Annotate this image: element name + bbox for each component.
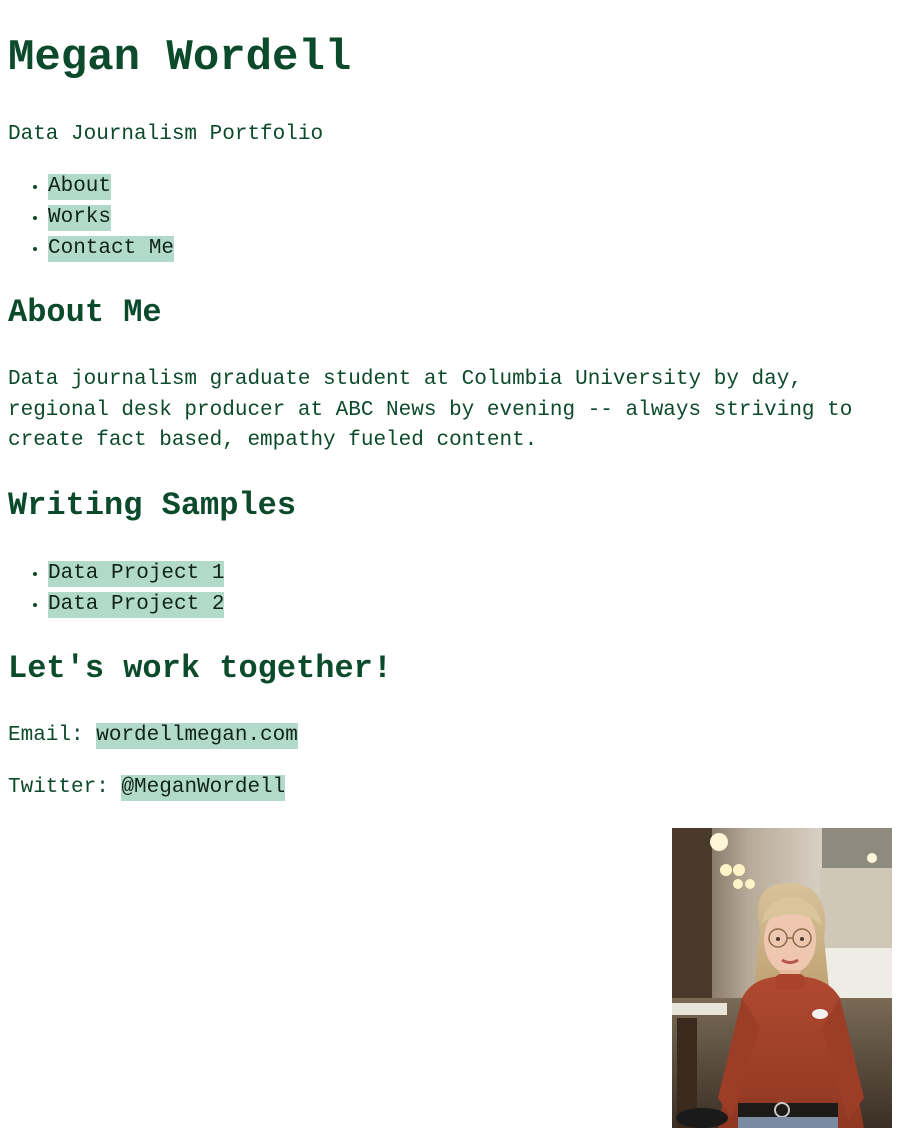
- nav-item-contact: Contact Me: [48, 233, 175, 264]
- nav-item-works: Works: [48, 202, 174, 233]
- nav-list: About Works Contact Me: [8, 171, 175, 264]
- nav-link-about[interactable]: About: [48, 174, 112, 200]
- contact-heading: Let's work together!: [8, 650, 393, 687]
- site-subtitle: Data Journalism Portfolio: [8, 123, 324, 146]
- nav-link-contact[interactable]: Contact Me: [48, 236, 175, 262]
- data-project-2-link[interactable]: Data Project 2: [48, 592, 225, 618]
- profile-photo-illustration: [672, 828, 892, 1128]
- nav-link-works[interactable]: Works: [48, 205, 112, 231]
- writing-samples-list: Data Project 1 Data Project 2: [8, 558, 225, 620]
- twitter-link[interactable]: @MeganWordell: [121, 775, 286, 801]
- profile-photo: [672, 828, 892, 1128]
- site-title: Megan Wordell: [8, 33, 352, 83]
- list-item: Data Project 1: [48, 558, 225, 589]
- list-item: Data Project 2: [48, 589, 225, 620]
- email-line: Email: wordellmegan.com: [8, 722, 298, 750]
- twitter-line: Twitter: @MeganWordell: [8, 774, 286, 802]
- email-label: Email:: [8, 724, 84, 747]
- email-link[interactable]: wordellmegan.com: [96, 723, 298, 749]
- nav-item-about: About: [48, 171, 174, 202]
- twitter-label: Twitter:: [8, 776, 109, 799]
- about-heading: About Me: [8, 294, 162, 331]
- about-text: Data journalism graduate student at Colu…: [8, 368, 853, 452]
- writing-samples-heading: Writing Samples: [8, 487, 297, 524]
- data-project-1-link[interactable]: Data Project 1: [48, 561, 225, 587]
